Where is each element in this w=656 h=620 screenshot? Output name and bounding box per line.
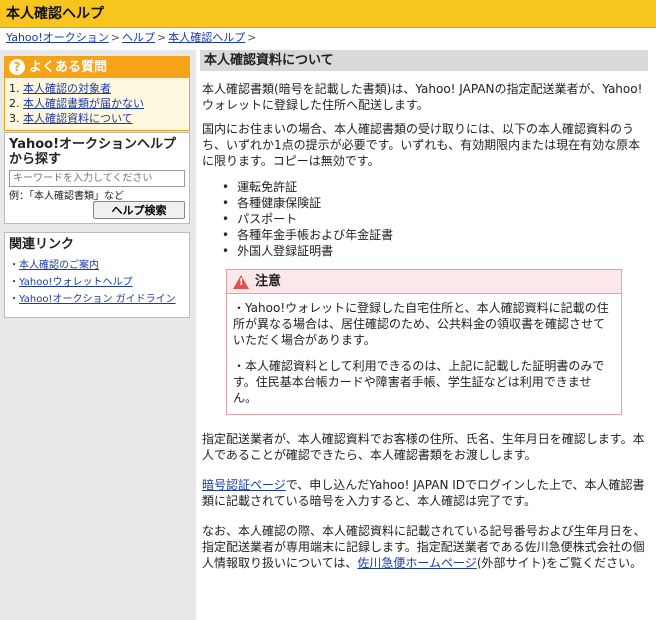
breadcrumb-separator: > bbox=[247, 31, 257, 44]
related-link-auction-guideline[interactable]: Yahoo!オークション ガイドライン bbox=[19, 294, 176, 305]
breadcrumb-separator: > bbox=[157, 31, 167, 44]
warning-icon bbox=[233, 274, 249, 289]
delivery-paragraph: 指定配送業者が、本人確認資料でお客様の住所、氏名、生年月日を確認します。本人であ… bbox=[202, 432, 645, 462]
caution-body: ・Yahoo!ウォレットに登録した自宅住所と、本人確認資料に記載の住所が異なる場… bbox=[227, 294, 621, 414]
faq-box: ? よくある質問 1. 本人確認の対象者 2. 本人確認書類が届かない 3. 本… bbox=[4, 56, 190, 131]
breadcrumb-item-help[interactable]: ヘルプ bbox=[122, 31, 155, 44]
breadcrumb-item-auction[interactable]: Yahoo!オークション bbox=[6, 31, 109, 44]
related-link-item: Yahoo!オークション ガイドライン bbox=[9, 291, 185, 308]
faq-item: 3. 本人確認資料について bbox=[9, 111, 185, 126]
faq-list: 1. 本人確認の対象者 2. 本人確認書類が届かない 3. 本人確認資料について bbox=[5, 78, 189, 130]
document-item-passport: パスポート bbox=[222, 211, 648, 227]
breadcrumb-item-identity-help[interactable]: 本人確認ヘルプ bbox=[168, 31, 245, 44]
faq-link-identity-documents[interactable]: 本人確認資料について bbox=[23, 112, 133, 125]
caution-title: 注意 bbox=[255, 273, 282, 289]
faq-header: ? よくある質問 bbox=[5, 57, 189, 78]
auth-page-link[interactable]: 暗号認証ページ bbox=[202, 478, 286, 492]
faq-link-target-persons[interactable]: 本人確認の対象者 bbox=[23, 82, 111, 95]
document-list: 運転免許証 各種健康保険証 パスポート 各種年金手帳および年金証書 外国人登録証… bbox=[200, 179, 648, 259]
related-link-identity-guide[interactable]: 本人確認のご案内 bbox=[19, 260, 99, 271]
privacy-paragraph: なお、本人確認の際、本人確認資料に記載されている記号番号および生年月日を、指定配… bbox=[200, 523, 648, 571]
related-links-box: 関連リンク 本人確認のご案内 Yahoo!ウォレットヘルプ Yahoo!オークシ… bbox=[4, 232, 190, 318]
faq-item: 1. 本人確認の対象者 bbox=[9, 81, 185, 96]
requirement-paragraph: 国内にお住まいの場合、本人確認書類の受け取りには、以下の本人確認資料のうち、いず… bbox=[202, 122, 641, 168]
help-search-button[interactable]: ヘルプ検索 bbox=[93, 201, 185, 219]
main-content: 本人確認資料について 本人確認書類(暗号を記載した書類)は、Yahoo! JAP… bbox=[200, 50, 648, 571]
document-item-pension: 各種年金手帳および年金証書 bbox=[222, 227, 648, 243]
related-link-item: 本人確認のご案内 bbox=[9, 257, 185, 274]
caution-box: 注意 ・Yahoo!ウォレットに登録した自宅住所と、本人確認資料に記載の住所が異… bbox=[226, 269, 622, 415]
intro-paragraph: 本人確認書類(暗号を記載した書類)は、Yahoo! JAPANの指定配送業者が、… bbox=[202, 82, 643, 112]
related-links-list: 本人確認のご案内 Yahoo!ウォレットヘルプ Yahoo!オークション ガイド… bbox=[9, 257, 185, 308]
related-link-item: Yahoo!ウォレットヘルプ bbox=[9, 274, 185, 291]
document-item-alien-registration: 外国人登録証明書 bbox=[222, 243, 648, 259]
faq-link-documents-not-arrived[interactable]: 本人確認書類が届かない bbox=[23, 97, 144, 110]
question-icon: ? bbox=[9, 59, 25, 75]
breadcrumb: Yahoo!オークション > ヘルプ > 本人確認ヘルプ > bbox=[6, 31, 258, 45]
faq-item: 2. 本人確認書類が届かない bbox=[9, 96, 185, 111]
help-search-box: Yahoo!オークションヘルプから探す 例：「本人確認書類」など ヘルプ検索 bbox=[4, 132, 190, 224]
faq-item-number: 3. bbox=[9, 112, 20, 125]
faq-item-number: 1. bbox=[9, 82, 20, 95]
document-item-license: 運転免許証 bbox=[222, 179, 648, 195]
caution-header: 注意 bbox=[227, 270, 621, 294]
sidebar: ? よくある質問 1. 本人確認の対象者 2. 本人確認書類が届かない 3. 本… bbox=[0, 50, 196, 620]
document-item-insurance: 各種健康保険証 bbox=[222, 195, 648, 211]
related-links-title: 関連リンク bbox=[9, 237, 75, 252]
faq-item-number: 2. bbox=[9, 97, 20, 110]
auth-paragraph: 暗号認証ページで、申し込んだYahoo! JAPAN IDでログインした上で、本… bbox=[200, 477, 648, 509]
related-link-wallet-help[interactable]: Yahoo!ウォレットヘルプ bbox=[19, 277, 132, 288]
caution-address-note: ・Yahoo!ウォレットに登録した自宅住所と、本人確認資料に記載の住所が異なる場… bbox=[233, 301, 609, 347]
help-search-title: Yahoo!オークションヘルプから探す bbox=[9, 137, 177, 167]
page-title: 本人確認ヘルプ bbox=[6, 6, 104, 22]
breadcrumb-separator: > bbox=[110, 31, 121, 44]
header-bar: 本人確認ヘルプ bbox=[0, 0, 656, 28]
privacy-text-end: (外部サイト)をご覧ください。 bbox=[476, 556, 643, 570]
section-title: 本人確認資料について bbox=[200, 50, 648, 71]
faq-title: よくある質問 bbox=[29, 60, 108, 75]
caution-documents-note: ・本人確認資料として利用できるのは、上記に記載した証明書のみです。住民基本台帳カ… bbox=[233, 359, 605, 405]
sagawa-homepage-link[interactable]: 佐川急便ホームページ bbox=[357, 556, 476, 570]
help-search-input[interactable] bbox=[9, 170, 185, 187]
